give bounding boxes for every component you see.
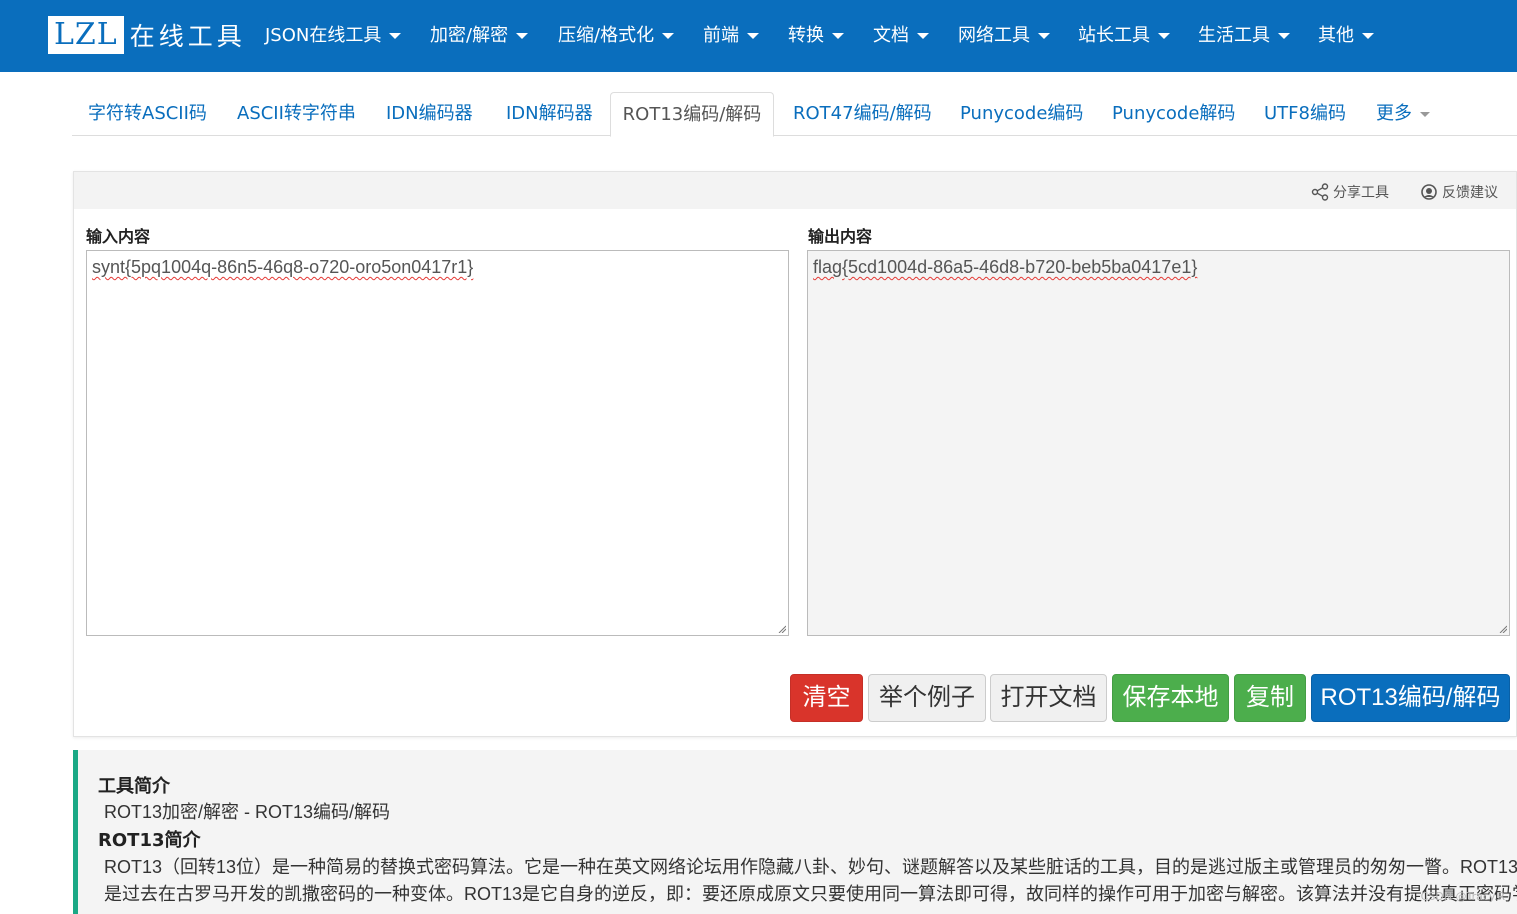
caret-down-icon — [389, 33, 402, 39]
tab-char-to-ascii[interactable]: 字符转ASCII码 — [88, 92, 207, 136]
nav-docs[interactable]: 文档 — [873, 24, 929, 48]
share-icon — [1311, 183, 1329, 201]
tab-more[interactable]: 更多 — [1376, 92, 1430, 136]
caret-down-icon — [917, 33, 929, 39]
output-text: flag{5cd1004d-86a5-46d8-b720-beb5ba0417e… — [813, 257, 1198, 277]
rot13-tool-panel: 分享工具 反馈建议 输入内容 输出内容 synt{5pq1004q-86n5-4… — [73, 171, 1517, 737]
nav-frontend[interactable]: 前端 — [703, 24, 759, 48]
panel-toolbar: 分享工具 反馈建议 — [74, 172, 1516, 209]
caret-down-icon — [747, 33, 759, 39]
caret-down-icon — [1420, 111, 1430, 117]
tab-utf8-encode[interactable]: UTF8编码 — [1264, 92, 1346, 136]
logo-text: 在线工具 — [129, 22, 246, 51]
nav-encrypt-decrypt[interactable]: 加密/解密 — [430, 24, 529, 48]
tab-punycode-decode[interactable]: Punycode解码 — [1112, 92, 1235, 136]
nav-life-tools[interactable]: 生活工具 — [1198, 24, 1290, 48]
tab-idn-decoder[interactable]: IDN解码器 — [506, 92, 593, 136]
rot13-intro-heading: ROT13简介 — [98, 830, 201, 851]
tool-intro-text: ROT13加密/解密 - ROT13编码/解码 — [104, 802, 391, 822]
nav-convert[interactable]: 转换 — [788, 24, 844, 48]
rot13-intro-line-2: 是过去在古罗马开发的凯撒密码的一种变体。ROT13是它自身的逆反，即：要还原成原… — [104, 884, 1517, 904]
caret-down-icon — [516, 33, 529, 39]
input-textarea[interactable]: synt{5pq1004q-86n5-46q8-o720-oro5on0417r… — [86, 250, 789, 636]
caret-down-icon — [832, 33, 844, 39]
nav-webmaster-tools[interactable]: 站长工具 — [1078, 24, 1170, 48]
tool-intro-heading: 工具简介 — [98, 776, 170, 797]
copy-button[interactable]: 复制 — [1234, 674, 1306, 722]
clear-button[interactable]: 清空 — [790, 674, 863, 722]
input-label: 输入内容 — [86, 227, 151, 246]
output-label: 输出内容 — [808, 227, 873, 246]
rot13-run-button[interactable]: ROT13编码/解码 — [1311, 674, 1510, 722]
caret-down-icon — [662, 33, 675, 39]
top-navbar: LZL 在线工具 JSON在线工具 加密/解密 压缩/格式化 前端 转换 文档 … — [0, 0, 1517, 72]
input-text: synt{5pq1004q-86n5-46q8-o720-oro5on0417r… — [92, 257, 474, 277]
nav-network-tools[interactable]: 网络工具 — [958, 24, 1050, 48]
tab-punycode-encode[interactable]: Punycode编码 — [960, 92, 1083, 136]
tool-tabs: 字符转ASCII码 ASCII转字符串 IDN编码器 IDN解码器 ROT13编… — [72, 92, 1517, 137]
example-button[interactable]: 举个例子 — [868, 674, 986, 722]
site-logo[interactable]: LZL 在线工具 — [48, 15, 246, 55]
tab-rot13[interactable]: ROT13编码/解码 — [610, 92, 774, 137]
open-doc-button[interactable]: 打开文档 — [990, 674, 1107, 722]
resize-grip-icon[interactable] — [1499, 625, 1507, 633]
caret-down-icon — [1278, 33, 1290, 39]
caret-down-icon — [1038, 33, 1050, 39]
nav-compress-format[interactable]: 压缩/格式化 — [558, 24, 675, 48]
tab-ascii-to-char[interactable]: ASCII转字符串 — [237, 92, 356, 136]
output-textarea[interactable]: flag{5cd1004d-86a5-46d8-b720-beb5ba0417e… — [807, 250, 1510, 636]
feedback-icon — [1421, 184, 1437, 200]
feedback-link[interactable]: 反馈建议 — [1420, 182, 1498, 202]
tab-idn-encoder[interactable]: IDN编码器 — [386, 92, 473, 136]
tool-intro-section: 工具简介 ROT13加密/解密 - ROT13编码/解码 ROT13简介 ROT… — [73, 750, 1517, 914]
nav-json-tools[interactable]: JSON在线工具 — [265, 24, 402, 48]
caret-down-icon — [1362, 33, 1374, 39]
caret-down-icon — [1158, 33, 1170, 39]
nav-other[interactable]: 其他 — [1318, 24, 1374, 48]
csdn-watermark: CSDN @Tracy.R — [1420, 890, 1505, 903]
tab-rot47[interactable]: ROT47编码/解码 — [793, 92, 932, 136]
resize-grip-icon[interactable] — [778, 625, 786, 633]
save-local-button[interactable]: 保存本地 — [1112, 674, 1229, 722]
logo-mark: LZL — [48, 16, 124, 54]
share-tool-link[interactable]: 分享工具 — [1311, 182, 1389, 202]
rot13-intro-line-1: ROT13（回转13位）是一种简易的替换式密码算法。它是一种在英文网络论坛用作隐… — [104, 857, 1517, 877]
